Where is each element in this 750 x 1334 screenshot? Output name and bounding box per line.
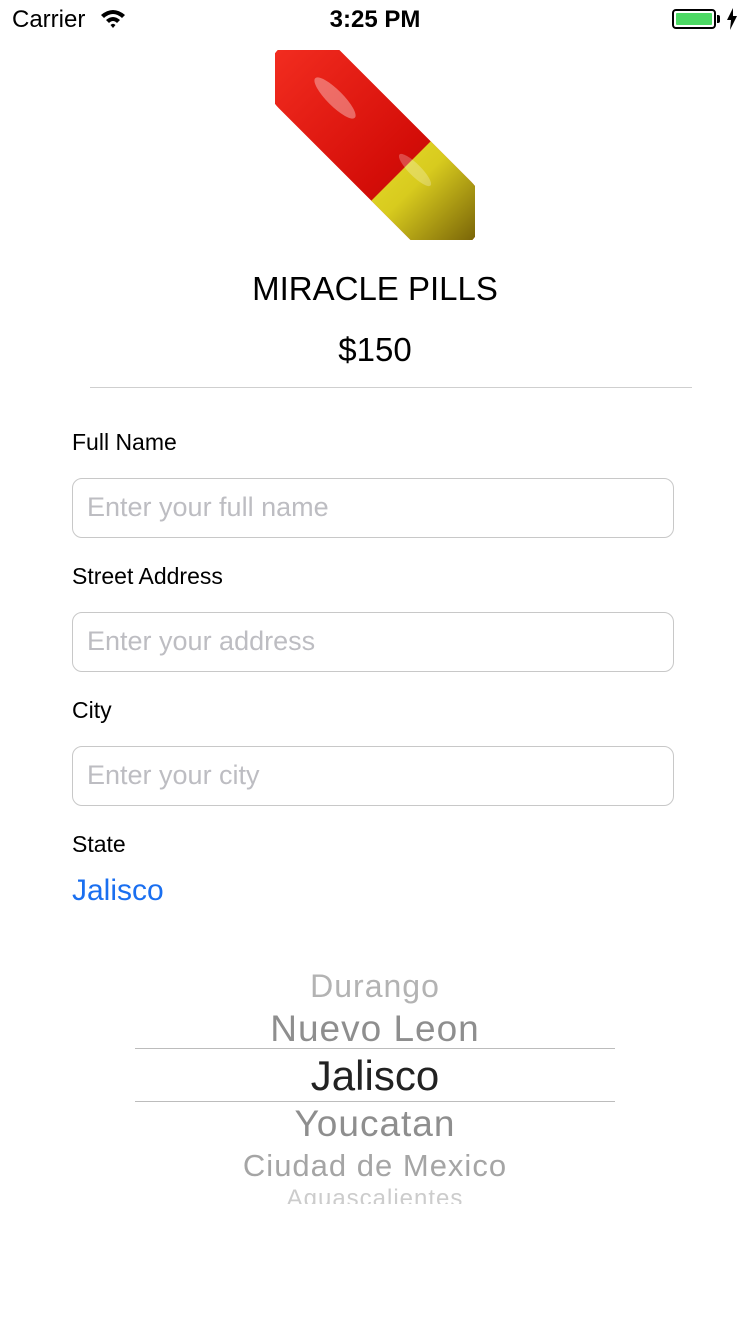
product-price: $150 [338,331,412,368]
picker-option[interactable]: Aguascalientes [135,1186,615,1204]
street-address-label: Street Address [72,563,223,589]
charging-bolt-icon [727,8,737,30]
clock: 3:25 PM [329,6,421,33]
full-name-input[interactable] [87,479,647,535]
battery-nub [717,15,720,23]
city-field-container [72,746,674,806]
pill-icon [275,50,475,240]
picker-option[interactable]: Youcatan [135,1103,615,1145]
picker-option[interactable]: Ciudad de Mexico [135,1148,615,1184]
picker-selection-bottom-line [135,1101,615,1102]
full-name-field-container [72,478,674,538]
status-bar: Carrier 3:25 PM [0,0,750,40]
battery-icon [672,9,716,29]
divider [90,387,692,388]
street-address-field-container [72,612,674,672]
city-input[interactable] [87,747,647,803]
city-label: City [72,697,112,723]
picker-option[interactable]: Nuevo Leon [135,1008,615,1050]
product-name: MIRACLE PILLS [252,270,498,307]
picker-option-selected[interactable]: Jalisco [135,1052,615,1100]
full-name-label: Full Name [72,429,177,455]
state-label: State [72,831,126,857]
state-selected-value[interactable]: Jalisco [72,874,164,908]
picker-selection-top-line [135,1048,615,1049]
street-address-input[interactable] [87,613,647,669]
picker-option[interactable]: Durango [135,968,615,1005]
state-picker[interactable]: Durango Nuevo Leon Jalisco Youcatan Ciud… [135,960,615,1210]
